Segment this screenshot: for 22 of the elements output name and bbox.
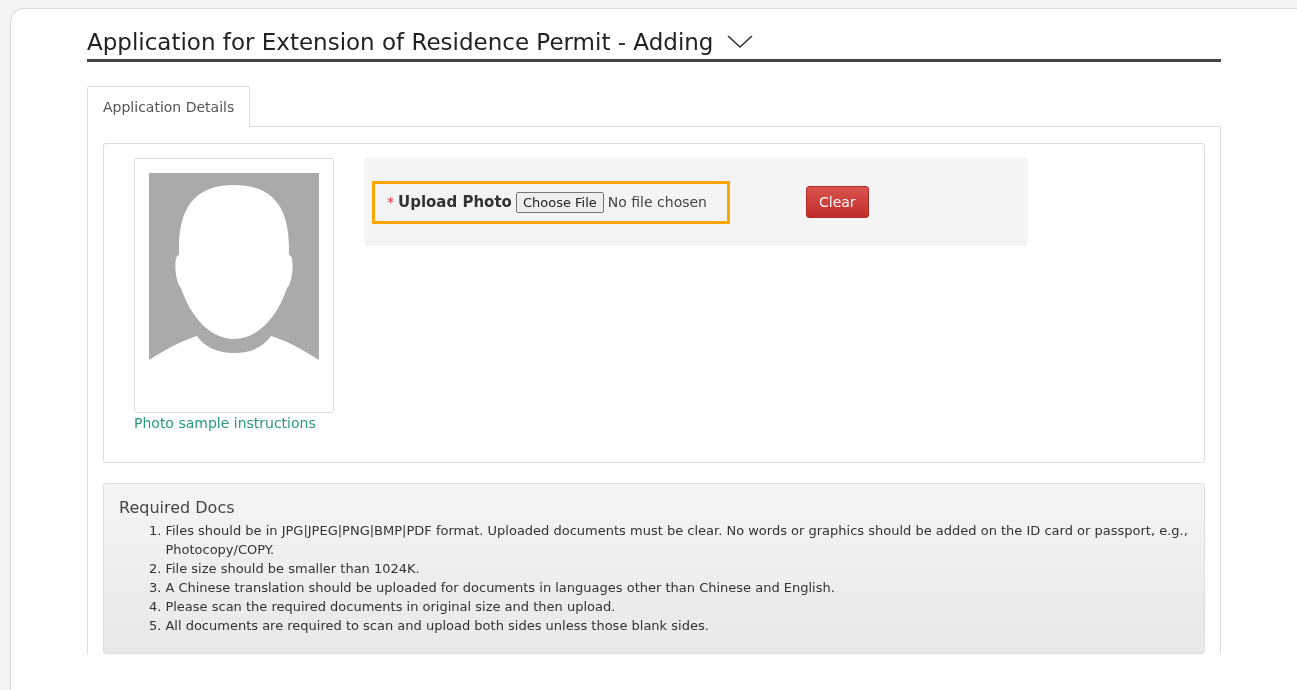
list-number: 2. [149, 560, 162, 578]
required-mark: * [387, 194, 394, 210]
list-text: File size should be smaller than 1024K. [165, 560, 420, 578]
list-number: 5. [149, 617, 162, 635]
field-label: Upload Photo [398, 193, 512, 211]
list-text: A Chinese translation should be uploaded for documents in languages other than Chinese and English. [165, 579, 835, 597]
section-title: Required Docs [119, 498, 236, 517]
list-text: All documents are required to scan and upload both sides unless those blank sides. [165, 617, 709, 635]
clear-button[interactable]: Clear [806, 186, 869, 218]
avatar-silhouette-icon [149, 173, 319, 361]
chevron-down-icon[interactable] [727, 35, 754, 49]
photo-instructions-link[interactable]: Photo sample instructions [134, 415, 334, 431]
file-status: No file chosen [607, 194, 707, 210]
list-number: 1. [149, 522, 162, 540]
list-text: Files should be in JPG|JPEG|PNG|BMP|PDF format. Uploaded documents must be clear. No words or graphics should be added on the ID card or passport, e.g., Photocopy/COPY. [165, 522, 1189, 559]
list-number: 4. [149, 598, 162, 616]
tab[interactable]: Application Details [87, 86, 251, 127]
list-text: Please scan the required documents in original size and then upload. [165, 598, 616, 616]
list-number: 3. [149, 579, 162, 597]
upload-photo-field[interactable]: * Upload Photo Choose File No file chosen [372, 180, 730, 224]
choose-file-button[interactable]: Choose File [515, 191, 604, 213]
page-title: Application for Extension of Residence Permit - Adding [87, 29, 714, 55]
